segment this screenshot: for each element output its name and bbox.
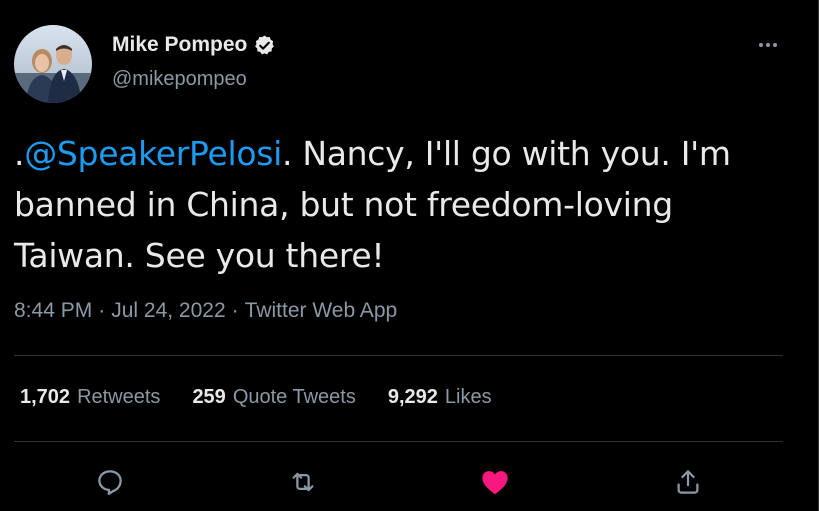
verified-badge-icon <box>253 34 276 57</box>
likes-stat[interactable]: 9,292 Likes <box>388 386 492 409</box>
retweet-button[interactable] <box>283 462 323 502</box>
tweet-text-line-1: .@SpeakerPelosi. Nancy, I'll go with you… <box>14 128 794 179</box>
tweet-meta: 8:44 PM · Jul 24, 2022 · Twitter Web App <box>14 299 397 323</box>
quote-tweets-count: 259 <box>192 386 226 408</box>
author-handle[interactable]: @mikepompeo <box>112 68 247 91</box>
tweet-detail: Mike Pompeo @mikepompeo .@SpeakerPelosi.… <box>0 0 819 511</box>
quote-tweets-label: Quote Tweets <box>232 386 356 408</box>
divider <box>14 355 783 356</box>
divider <box>14 441 783 442</box>
mention-link[interactable]: @SpeakerPelosi <box>24 134 282 173</box>
tweet-text-line-2: banned in China, but not freedom-loving <box>14 185 673 224</box>
share-button[interactable] <box>668 462 708 502</box>
likes-count: 9,292 <box>387 386 438 408</box>
tweet-text-line-1-rest: . Nancy, I'll go with you. I'm <box>281 134 731 173</box>
engagement-stats: 1,702 Retweets 259 Quote Tweets 9,292 Li… <box>20 386 492 409</box>
tweet-text-line-3: Taiwan. See you there! <box>14 236 385 275</box>
reply-button[interactable] <box>90 462 130 502</box>
avatar-photo <box>14 25 92 103</box>
tweet-text: .@SpeakerPelosi. Nancy, I'll go with you… <box>14 128 794 281</box>
avatar[interactable] <box>14 25 92 103</box>
tweet-source[interactable]: Twitter Web App <box>245 299 398 323</box>
tweet-date[interactable]: Jul 24, 2022 <box>111 299 225 323</box>
author-display-name[interactable]: Mike Pompeo <box>112 33 247 57</box>
heart-icon <box>482 471 508 495</box>
meta-separator: · <box>98 299 106 322</box>
likes-label: Likes <box>444 386 492 408</box>
retweet-icon <box>292 472 314 492</box>
share-icon <box>677 470 699 494</box>
meta-separator: · <box>231 299 239 322</box>
more-options-icon[interactable] <box>753 30 783 60</box>
retweets-stat[interactable]: 1,702 Retweets <box>20 386 160 409</box>
like-button[interactable] <box>475 462 515 502</box>
reply-icon <box>98 470 122 495</box>
retweets-count: 1,702 <box>20 386 71 408</box>
quote-tweets-stat[interactable]: 259 Quote Tweets <box>192 386 355 409</box>
tweet-time[interactable]: 8:44 PM <box>14 299 92 323</box>
action-bar <box>90 462 720 502</box>
retweets-label: Retweets <box>77 386 161 408</box>
tweet-text-prefix: . <box>14 134 25 173</box>
author-name-row: Mike Pompeo <box>112 33 276 57</box>
